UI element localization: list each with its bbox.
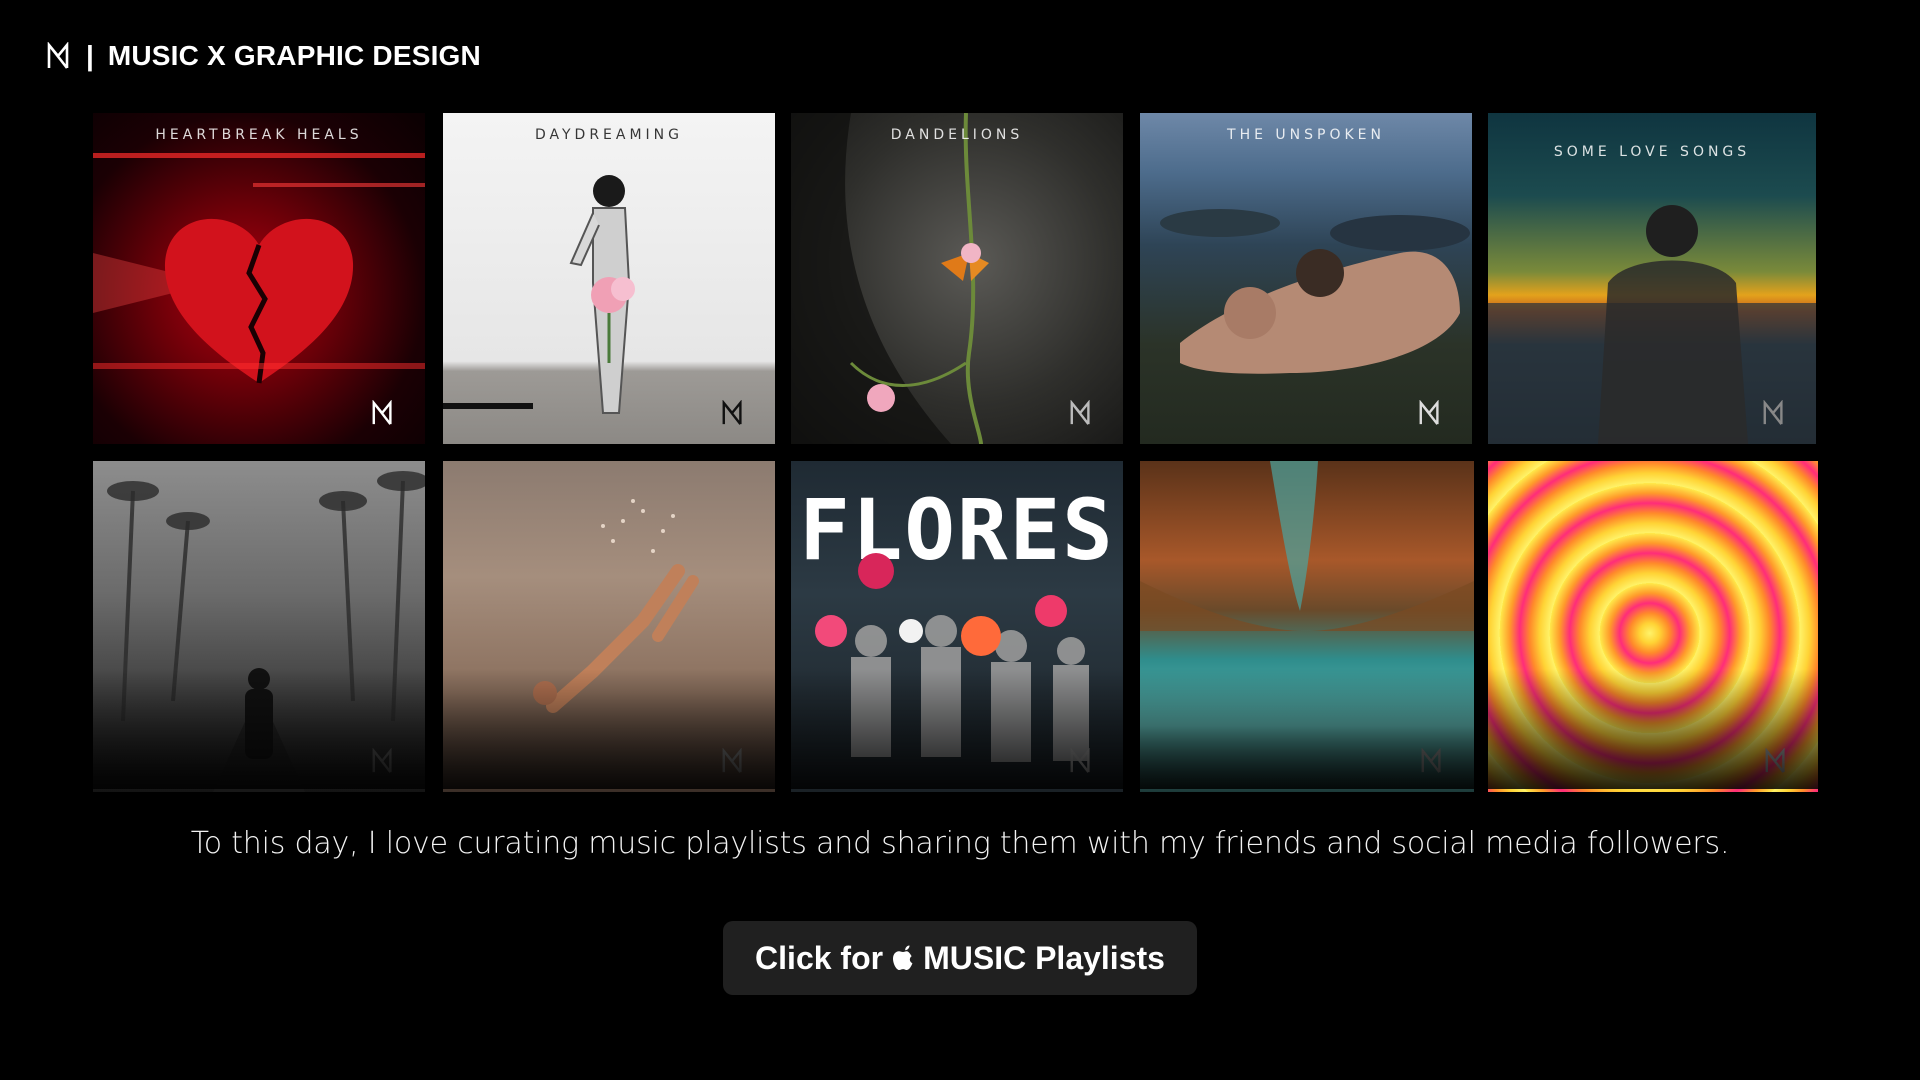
playlist-grid: HEARTBREAK HEALS DAYDREAMING DANDELIONS [93, 113, 1828, 792]
nm-monogram-icon[interactable] [46, 42, 72, 70]
nm-monogram-icon [1419, 400, 1439, 425]
playlist-cover-canyon-river[interactable] [1140, 461, 1474, 792]
nm-monogram-icon [1765, 748, 1785, 773]
playlist-cover-flores[interactable]: FLORES [791, 461, 1123, 792]
cta-suffix: MUSIC Playlists [923, 939, 1165, 976]
nm-monogram-icon [1763, 400, 1783, 425]
nm-monogram-icon [1070, 400, 1090, 425]
nm-monogram-icon [1421, 748, 1441, 773]
playlist-cover-heartbreak-heals[interactable]: HEARTBREAK HEALS [93, 113, 425, 444]
playlist-cover-some-love-songs[interactable]: SOME LOVE SONGS [1488, 113, 1816, 444]
playlist-title: DANDELIONS [890, 127, 1024, 143]
soldiers-and-flowers-art [815, 553, 1089, 762]
playlist-title: DAYDREAMING [534, 127, 684, 143]
embracing-couple-art [1160, 209, 1470, 374]
silhouette-sunset-art [1488, 205, 1816, 444]
tagline-text: To this day, I love curating music playl… [190, 826, 1730, 861]
nm-monogram-icon [372, 400, 392, 425]
page-title: MUSIC X GRAPHIC DESIGN [107, 40, 481, 71]
playlist-cover-dandelions[interactable]: DANDELIONS [791, 113, 1123, 444]
inverted-canyon-art [1140, 461, 1474, 631]
playlist-cover-psychedelic-rings[interactable] [1488, 461, 1818, 792]
figure-with-flowers-art [443, 175, 635, 414]
butterfly-on-stem-art [791, 113, 989, 444]
nm-monogram-icon [372, 748, 392, 773]
falling-figure-art [533, 499, 699, 713]
playlist-cover-the-unspoken[interactable]: THE UNSPOKEN [1140, 113, 1472, 444]
header-separator: | [86, 40, 94, 71]
site-header: | MUSIC X GRAPHIC DESIGN [46, 38, 481, 74]
apple-music-playlists-button[interactable]: Click for MUSIC Playlists [723, 921, 1197, 995]
broken-disco-heart-art [93, 153, 425, 384]
apple-icon [893, 945, 913, 970]
nm-monogram-icon [722, 748, 742, 773]
playlist-title: SOME LOVE SONGS [1553, 144, 1751, 160]
nm-monogram-icon [1070, 748, 1090, 773]
cta-prefix: Click for [755, 939, 884, 976]
foggy-palm-street-art [107, 471, 425, 792]
playlist-cover-daydreaming[interactable]: DAYDREAMING [443, 113, 775, 444]
playlist-title: HEARTBREAK HEALS [155, 127, 363, 143]
playlist-cover-foggy-palms[interactable] [93, 461, 425, 792]
nm-monogram-icon [722, 400, 742, 425]
playlist-title: THE UNSPOKEN [1227, 127, 1385, 143]
playlist-cover-falling-figure[interactable] [443, 461, 775, 792]
